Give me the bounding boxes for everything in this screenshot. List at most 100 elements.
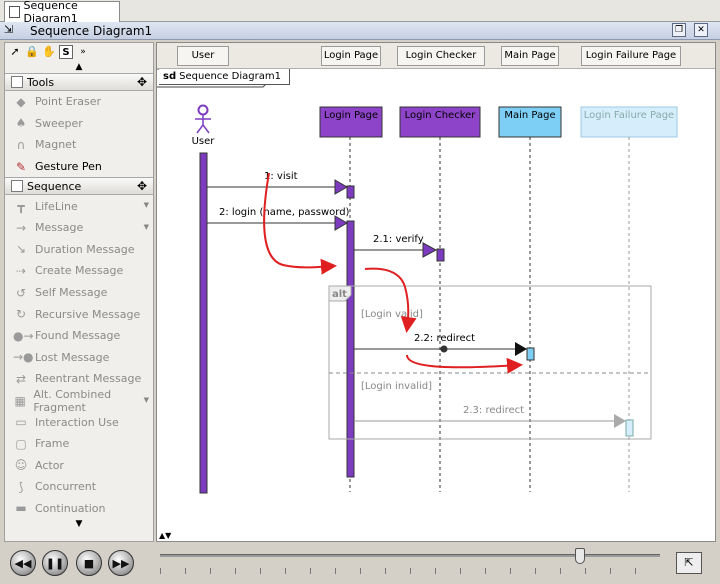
lifeline-header-bar: User Login Page Login Checker Main Page … bbox=[157, 43, 715, 69]
palette-section-sequence[interactable]: Sequence ✥ bbox=[5, 177, 153, 196]
palette-item-continuation[interactable]: ▬ Continuation bbox=[5, 498, 153, 520]
palette-item-found-message[interactable]: ●→ Found Message bbox=[5, 325, 153, 347]
diagram-icon bbox=[9, 6, 20, 18]
palette-item-recursive-message[interactable]: ↻ Recursive Message bbox=[5, 303, 153, 325]
dropdown-icon[interactable]: ▼ bbox=[144, 201, 149, 209]
palette-item-label: Actor bbox=[35, 458, 64, 472]
duration-message-icon: ↘ bbox=[15, 242, 27, 257]
message-redirect-failure-label: 2.3: redirect bbox=[463, 405, 524, 416]
dropdown-icon[interactable]: ▼ bbox=[144, 223, 149, 231]
pause-icon[interactable]: ❚❚ bbox=[42, 550, 68, 576]
palette-item-sweeper[interactable]: ♠ Sweeper bbox=[5, 113, 153, 135]
lifeline-header-main-page[interactable]: Main Page bbox=[501, 46, 559, 66]
timeline-slider-track[interactable] bbox=[160, 554, 660, 557]
concurrent-icon: ⟆ bbox=[18, 479, 24, 494]
frame-icon: ▢ bbox=[15, 436, 27, 451]
lifeline-header-login-failure-page[interactable]: Login Failure Page bbox=[581, 46, 681, 66]
create-message-icon: ⇢ bbox=[15, 263, 27, 278]
palette-item-alt-combined-fragment[interactable]: ▦ Alt. Combined Fragment ▼ bbox=[5, 387, 153, 414]
palette-item-lifeline[interactable]: ┳ LifeLine ▼ bbox=[5, 195, 153, 217]
palette-item-magnet[interactable]: ∩ Magnet bbox=[5, 134, 153, 156]
combined-fragment-alt[interactable]: alt [Login valid] [Login invalid] bbox=[328, 285, 652, 440]
palette-item-interaction-use[interactable]: ▭ Interaction Use bbox=[5, 411, 153, 433]
combined-fragment-icon: ▦ bbox=[14, 393, 26, 408]
message-redirect-failure[interactable]: 2.3: redirect bbox=[354, 405, 626, 428]
palette-item-label: Found Message bbox=[35, 329, 121, 343]
palette-item-label: Frame bbox=[35, 437, 70, 451]
message-visit[interactable]: 1: visit bbox=[207, 171, 348, 195]
lifeline-icon: ┳ bbox=[17, 199, 25, 214]
message-redirect-main[interactable]: 2.2: redirect bbox=[354, 333, 527, 356]
document-tab[interactable]: Sequence Diagram1 bbox=[4, 0, 120, 25]
palette-section-tools[interactable]: Tools ✥ bbox=[5, 73, 153, 91]
message-login-label: 2: login (name, password) bbox=[219, 207, 350, 218]
diagram-canvas[interactable]: User Login Page Login Checker Main Page … bbox=[156, 42, 716, 542]
timeline-slider-thumb[interactable] bbox=[575, 548, 585, 564]
lifeline-login-page-label: Login Page bbox=[324, 110, 378, 121]
palette-sections: Tools ✥ ◆ Point Eraser ♠ Sweeper ∩ Magnet ✎ Gestu… bbox=[5, 73, 153, 519]
lock-icon[interactable]: 🔒 bbox=[25, 45, 39, 59]
lifeline-login-checker[interactable]: Login Checker bbox=[399, 106, 481, 492]
document-tab-strip: Sequence Diagram1 bbox=[0, 0, 720, 25]
hand-icon[interactable]: ✋ bbox=[42, 45, 56, 59]
move-icon[interactable]: ✥ bbox=[137, 179, 147, 193]
actor-user[interactable]: User bbox=[192, 104, 216, 148]
activation-login-failure-page bbox=[625, 419, 634, 437]
actor-icon: ☺ bbox=[14, 458, 28, 473]
palette-item-frame[interactable]: ▢ Frame bbox=[5, 433, 153, 455]
palette-item-label: Magnet bbox=[35, 138, 77, 152]
s-icon[interactable]: S bbox=[59, 45, 73, 59]
palette-item-reentrant-message[interactable]: ⇄ Reentrant Message bbox=[5, 368, 153, 390]
palette-section-label: Sequence bbox=[27, 179, 82, 193]
palette-scroll-up-icon[interactable]: ▲ bbox=[5, 61, 153, 73]
move-icon[interactable]: ✥ bbox=[137, 75, 147, 89]
palette-item-create-message[interactable]: ⇢ Create Message bbox=[5, 260, 153, 282]
stop-icon[interactable]: ■ bbox=[76, 550, 102, 576]
window-title: Sequence Diagram1 bbox=[30, 23, 153, 38]
collapse-icon[interactable]: ⇲ bbox=[4, 23, 13, 36]
palette-item-gesture-pen[interactable]: ✎ Gesture Pen bbox=[5, 156, 153, 178]
lifeline-header-login-checker[interactable]: Login Checker bbox=[397, 46, 485, 66]
frame-name: Sequence Diagram1 bbox=[179, 71, 281, 82]
lifeline-main-page[interactable]: Main Page bbox=[498, 106, 562, 492]
lifeline-header-user[interactable]: User bbox=[177, 46, 229, 66]
palette-item-label: Point Eraser bbox=[35, 95, 102, 109]
lifeline-login-failure-page-label: Login Failure Page bbox=[584, 110, 674, 121]
palette-item-label: Continuation bbox=[35, 501, 106, 515]
pointer-icon[interactable]: ➚ bbox=[8, 45, 22, 59]
palette-item-point-eraser[interactable]: ◆ Point Eraser bbox=[5, 91, 153, 113]
fragment-operator: alt bbox=[332, 289, 347, 300]
palette-item-duration-message[interactable]: ↘ Duration Message bbox=[5, 239, 153, 261]
animation-player: ◀◀ ❚❚ ■ ▶▶ ⇱ bbox=[0, 542, 720, 584]
more-icon[interactable]: » bbox=[76, 45, 90, 59]
actor-user-label: User bbox=[192, 136, 216, 147]
export-icon[interactable]: ⇱ bbox=[676, 552, 702, 574]
palette-item-label: Alt. Combined Fragment bbox=[33, 387, 112, 414]
recursive-message-icon: ↻ bbox=[15, 307, 27, 322]
palette-item-label: Gesture Pen bbox=[35, 160, 102, 174]
lifeline-header-login-page[interactable]: Login Page bbox=[321, 46, 381, 66]
palette-section-label: Tools bbox=[27, 75, 55, 89]
sequence-diagram-drawing[interactable]: User Login Page Login Checker Main Page … bbox=[157, 69, 715, 539]
window-title-bar: ⇲ Sequence Diagram1 ❐ ✕ bbox=[0, 22, 720, 40]
palette-item-concurrent[interactable]: ⟆ Concurrent bbox=[5, 476, 153, 498]
magnet-icon: ∩ bbox=[16, 137, 26, 152]
message-verify[interactable]: 2.1: verify bbox=[354, 234, 438, 258]
palette-item-lost-message[interactable]: →● Lost Message bbox=[5, 347, 153, 369]
canvas-scroll-arrows[interactable]: ▲▼ bbox=[157, 531, 187, 541]
fragment-guard-valid: [Login valid] bbox=[361, 309, 423, 320]
palette-item-self-message[interactable]: ↺ Self Message bbox=[5, 282, 153, 304]
palette-item-actor[interactable]: ☺ Actor bbox=[5, 455, 153, 477]
palette-item-label: Duration Message bbox=[35, 242, 135, 256]
interaction-use-icon: ▭ bbox=[15, 415, 27, 430]
palette-scroll-down-icon[interactable]: ▼ bbox=[5, 519, 153, 533]
dropdown-icon[interactable]: ▼ bbox=[144, 396, 149, 404]
restore-icon[interactable]: ❐ bbox=[672, 23, 686, 37]
palette-item-message[interactable]: → Message ▼ bbox=[5, 217, 153, 239]
rewind-icon[interactable]: ◀◀ bbox=[10, 550, 36, 576]
message-login[interactable]: 2: login (name, password) bbox=[207, 207, 350, 231]
palette-item-label: Create Message bbox=[35, 264, 124, 278]
close-icon[interactable]: ✕ bbox=[694, 23, 708, 37]
lifeline-main-page-label: Main Page bbox=[504, 110, 555, 121]
forward-icon[interactable]: ▶▶ bbox=[108, 550, 134, 576]
